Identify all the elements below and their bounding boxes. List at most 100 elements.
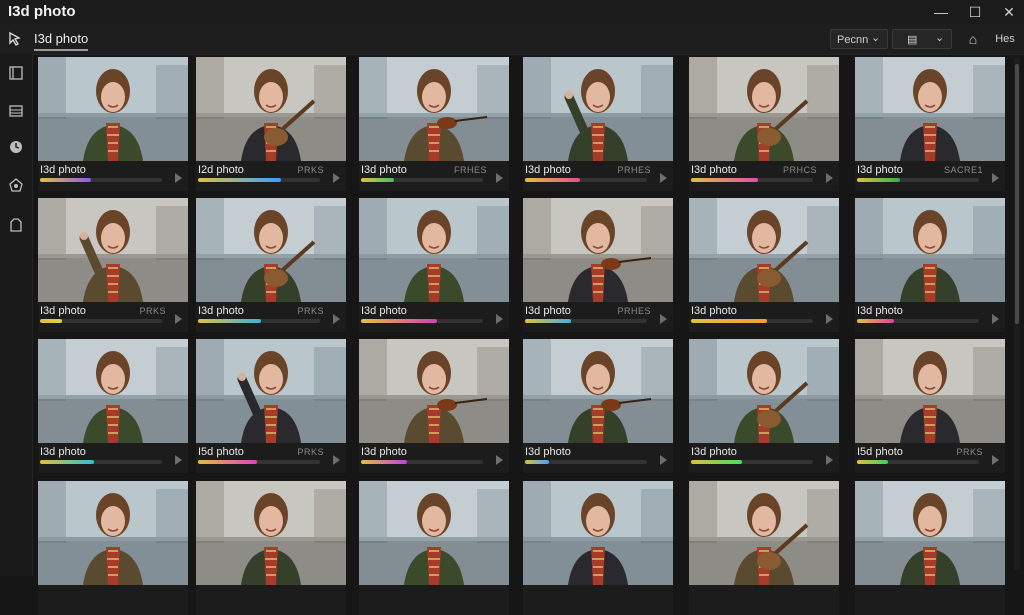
photo-thumbnail[interactable]: [38, 339, 188, 443]
photo-card[interactable]: [689, 481, 839, 615]
view-dropdown[interactable]: ▤ ⌄: [892, 29, 952, 49]
progress-track[interactable]: [857, 319, 979, 323]
play-icon[interactable]: [333, 173, 340, 183]
progress-track[interactable]: [525, 460, 647, 464]
play-icon[interactable]: [992, 455, 999, 465]
stack-icon[interactable]: [7, 102, 25, 120]
network-icon[interactable]: [7, 176, 25, 194]
photo-thumbnail[interactable]: [359, 198, 509, 302]
photo-thumbnail[interactable]: [689, 57, 839, 161]
play-icon[interactable]: [992, 173, 999, 183]
photo-thumbnail[interactable]: [689, 198, 839, 302]
photo-thumbnail[interactable]: [38, 57, 188, 161]
photo-card[interactable]: I2d photo PRKS: [196, 57, 346, 191]
photo-thumbnail[interactable]: [689, 339, 839, 443]
play-icon[interactable]: [660, 173, 667, 183]
photo-card[interactable]: [38, 481, 188, 615]
photo-card[interactable]: I3d photo PRKS: [196, 198, 346, 332]
scrollbar-thumb[interactable]: [1015, 64, 1019, 324]
filter-button[interactable]: Hes: [990, 30, 1020, 48]
photo-thumbnail[interactable]: [855, 57, 1005, 161]
play-icon[interactable]: [175, 455, 182, 465]
maximize-button[interactable]: ☐: [960, 2, 990, 22]
progress-track[interactable]: [198, 178, 320, 182]
play-icon[interactable]: [992, 314, 999, 324]
progress-track[interactable]: [361, 460, 483, 464]
photo-card[interactable]: I3d photo: [689, 198, 839, 332]
frame-icon[interactable]: [7, 64, 25, 82]
export-icon[interactable]: [7, 216, 25, 234]
photo-card[interactable]: [359, 481, 509, 615]
play-icon[interactable]: [496, 173, 503, 183]
photo-card[interactable]: I3d photo PRHES: [523, 57, 673, 191]
close-button[interactable]: ✕: [994, 2, 1024, 22]
play-icon[interactable]: [826, 455, 833, 465]
photo-thumbnail[interactable]: [523, 57, 673, 161]
photo-card[interactable]: I3d photo PRHCS: [689, 57, 839, 191]
progress-track[interactable]: [40, 178, 162, 182]
photo-thumbnail[interactable]: [855, 481, 1005, 585]
photo-thumbnail[interactable]: [689, 481, 839, 585]
photo-thumbnail[interactable]: [359, 339, 509, 443]
minimize-button[interactable]: —: [926, 2, 956, 22]
progress-track[interactable]: [198, 319, 320, 323]
photo-card[interactable]: I5d photo PRKS: [196, 339, 346, 473]
photo-thumbnail[interactable]: [38, 481, 188, 585]
photo-thumbnail[interactable]: [359, 481, 509, 585]
photo-card[interactable]: [523, 481, 673, 615]
photo-card[interactable]: I3d photo: [38, 339, 188, 473]
photo-card[interactable]: [855, 481, 1005, 615]
photo-thumbnail[interactable]: [196, 481, 346, 585]
progress-track[interactable]: [40, 460, 162, 464]
photo-thumbnail[interactable]: [196, 198, 346, 302]
progress-track[interactable]: [691, 460, 813, 464]
photo-caption: I3d photo: [525, 446, 571, 458]
photo-card[interactable]: I3d photo FRHES: [359, 57, 509, 191]
progress-track[interactable]: [857, 460, 979, 464]
photo-thumbnail[interactable]: [196, 339, 346, 443]
play-icon[interactable]: [175, 173, 182, 183]
photo-card[interactable]: I3d photo: [523, 339, 673, 473]
play-icon[interactable]: [175, 314, 182, 324]
photo-card[interactable]: I3d photo: [855, 198, 1005, 332]
photo-thumbnail[interactable]: [523, 198, 673, 302]
progress-track[interactable]: [525, 178, 647, 182]
play-icon[interactable]: [660, 314, 667, 324]
photo-card[interactable]: I3d photo PRKS: [38, 198, 188, 332]
photo-thumbnail[interactable]: [38, 198, 188, 302]
photo-card[interactable]: I3d photo: [359, 198, 509, 332]
photo-thumbnail[interactable]: [523, 481, 673, 585]
play-icon[interactable]: [826, 173, 833, 183]
photo-card[interactable]: I3d photo SACRE1: [855, 57, 1005, 191]
progress-track[interactable]: [525, 319, 647, 323]
select-tool-icon[interactable]: [6, 30, 24, 48]
play-icon[interactable]: [333, 455, 340, 465]
photo-thumbnail[interactable]: [855, 198, 1005, 302]
play-icon[interactable]: [496, 455, 503, 465]
progress-track[interactable]: [361, 178, 483, 182]
progress-track[interactable]: [857, 178, 979, 182]
tab-active[interactable]: I3d photo: [34, 31, 89, 51]
progress-track[interactable]: [198, 460, 320, 464]
photo-thumbnail[interactable]: [523, 339, 673, 443]
clock-icon[interactable]: [7, 138, 25, 156]
photo-card[interactable]: I3d photo: [689, 339, 839, 473]
photo-card[interactable]: I3d photo PRHES: [523, 198, 673, 332]
play-icon[interactable]: [333, 314, 340, 324]
photo-card[interactable]: I3d photo: [359, 339, 509, 473]
photo-thumbnail[interactable]: [855, 339, 1005, 443]
play-icon[interactable]: [660, 455, 667, 465]
progress-track[interactable]: [691, 178, 813, 182]
photo-card[interactable]: [196, 481, 346, 615]
progress-track[interactable]: [691, 319, 813, 323]
photo-card[interactable]: I3d photo: [38, 57, 188, 191]
play-icon[interactable]: [496, 314, 503, 324]
photo-thumbnail[interactable]: [359, 57, 509, 161]
home-icon[interactable]: ⌂: [962, 30, 984, 48]
progress-track[interactable]: [40, 319, 162, 323]
photo-card[interactable]: I5d photo PRKS: [855, 339, 1005, 473]
sort-dropdown[interactable]: Pecnn ⌄: [830, 29, 888, 49]
photo-thumbnail[interactable]: [196, 57, 346, 161]
progress-track[interactable]: [361, 319, 483, 323]
play-icon[interactable]: [826, 314, 833, 324]
